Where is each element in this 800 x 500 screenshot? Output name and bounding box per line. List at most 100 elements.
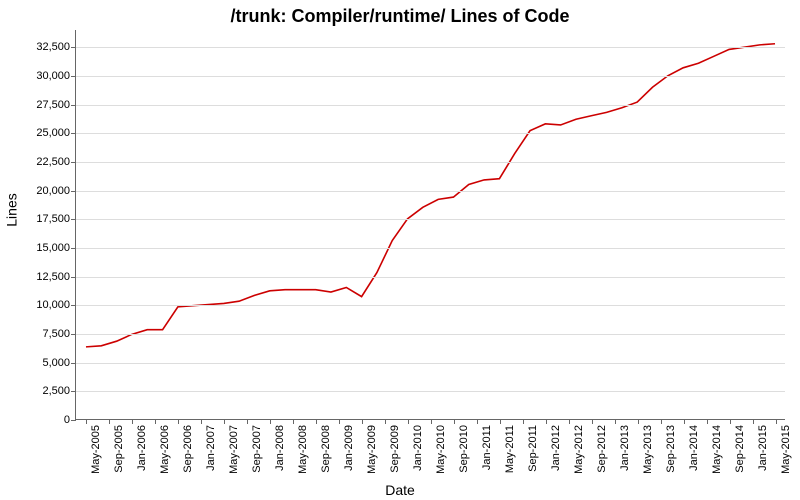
xtick-label: Sep-2009 <box>389 425 401 473</box>
x-axis-label: Date <box>0 482 800 498</box>
xtick-mark <box>431 419 432 424</box>
xtick-label: Jan-2010 <box>412 425 424 471</box>
xtick-mark <box>661 419 662 424</box>
xtick-mark <box>316 419 317 424</box>
xtick-mark <box>615 419 616 424</box>
gridline-h <box>76 105 785 106</box>
ytick-mark <box>71 219 76 220</box>
xtick-label: May-2011 <box>504 425 516 473</box>
ytick-label: 7,500 <box>42 328 70 340</box>
xtick-mark <box>454 419 455 424</box>
xtick-mark <box>132 419 133 424</box>
ytick-label: 27,500 <box>36 99 70 111</box>
ytick-mark <box>71 76 76 77</box>
ytick-mark <box>71 305 76 306</box>
xtick-label: Sep-2005 <box>113 425 125 473</box>
xtick-mark <box>247 419 248 424</box>
xtick-label: Jan-2006 <box>136 425 148 471</box>
line-series <box>76 30 785 419</box>
xtick-mark <box>546 419 547 424</box>
xtick-label: May-2007 <box>228 425 240 474</box>
xtick-mark <box>523 419 524 424</box>
loc-series-line <box>86 44 775 347</box>
xtick-label: Sep-2010 <box>458 425 470 473</box>
xtick-label: May-2014 <box>711 425 723 474</box>
ytick-label: 32,500 <box>36 41 70 53</box>
xtick-mark <box>86 419 87 424</box>
xtick-label: Jan-2014 <box>688 425 700 471</box>
xtick-label: May-2013 <box>642 425 654 474</box>
gridline-h <box>76 363 785 364</box>
gridline-h <box>76 162 785 163</box>
xtick-label: Jan-2011 <box>481 425 493 470</box>
xtick-label: Sep-2008 <box>320 425 332 473</box>
xtick-mark <box>178 419 179 424</box>
plot-area: 02,5005,0007,50010,00012,50015,00017,500… <box>75 30 785 420</box>
ytick-mark <box>71 133 76 134</box>
xtick-label: May-2009 <box>366 425 378 474</box>
gridline-h <box>76 219 785 220</box>
xtick-mark <box>569 419 570 424</box>
xtick-label: Sep-2007 <box>251 425 263 473</box>
xtick-label: Sep-2013 <box>665 425 677 473</box>
xtick-mark <box>109 419 110 424</box>
gridline-h <box>76 47 785 48</box>
ytick-mark <box>71 162 76 163</box>
xtick-mark <box>408 419 409 424</box>
xtick-label: Sep-2011 <box>527 425 539 472</box>
ytick-label: 20,000 <box>36 185 70 197</box>
chart-title: /trunk: Compiler/runtime/ Lines of Code <box>0 6 800 27</box>
gridline-h <box>76 334 785 335</box>
ytick-mark <box>71 191 76 192</box>
gridline-h <box>76 191 785 192</box>
xtick-label: Jan-2007 <box>205 425 217 471</box>
chart-container: /trunk: Compiler/runtime/ Lines of Code … <box>0 0 800 500</box>
xtick-label: May-2006 <box>159 425 171 474</box>
gridline-h <box>76 76 785 77</box>
ytick-mark <box>71 47 76 48</box>
gridline-h <box>76 391 785 392</box>
xtick-mark <box>707 419 708 424</box>
xtick-label: Sep-2014 <box>734 425 746 473</box>
ytick-mark <box>71 420 76 421</box>
gridline-h <box>76 248 785 249</box>
ytick-label: 0 <box>64 414 70 426</box>
xtick-label: Jan-2015 <box>757 425 769 471</box>
xtick-label: May-2005 <box>90 425 102 474</box>
ytick-label: 12,500 <box>36 271 70 283</box>
ytick-label: 17,500 <box>36 213 70 225</box>
ytick-mark <box>71 334 76 335</box>
xtick-label: Sep-2012 <box>596 425 608 473</box>
xtick-label: Jan-2009 <box>343 425 355 471</box>
xtick-mark <box>730 419 731 424</box>
xtick-mark <box>224 419 225 424</box>
xtick-label: May-2008 <box>297 425 309 474</box>
gridline-h <box>76 277 785 278</box>
ytick-label: 15,000 <box>36 242 70 254</box>
xtick-mark <box>638 419 639 424</box>
ytick-mark <box>71 391 76 392</box>
xtick-mark <box>477 419 478 424</box>
xtick-mark <box>201 419 202 424</box>
xtick-mark <box>155 419 156 424</box>
ytick-label: 30,000 <box>36 70 70 82</box>
ytick-label: 2,500 <box>42 385 70 397</box>
xtick-mark <box>385 419 386 424</box>
xtick-label: Jan-2012 <box>550 425 562 471</box>
xtick-mark <box>270 419 271 424</box>
ytick-label: 10,000 <box>36 299 70 311</box>
xtick-mark <box>339 419 340 424</box>
xtick-mark <box>592 419 593 424</box>
xtick-label: Jan-2008 <box>274 425 286 471</box>
y-axis-label: Lines <box>2 0 22 420</box>
xtick-mark <box>293 419 294 424</box>
xtick-label: Jan-2013 <box>619 425 631 471</box>
xtick-mark <box>684 419 685 424</box>
xtick-mark <box>776 419 777 424</box>
ytick-mark <box>71 277 76 278</box>
xtick-label: May-2010 <box>435 425 447 474</box>
gridline-h <box>76 305 785 306</box>
ytick-mark <box>71 105 76 106</box>
xtick-mark <box>500 419 501 424</box>
ytick-label: 5,000 <box>42 357 70 369</box>
